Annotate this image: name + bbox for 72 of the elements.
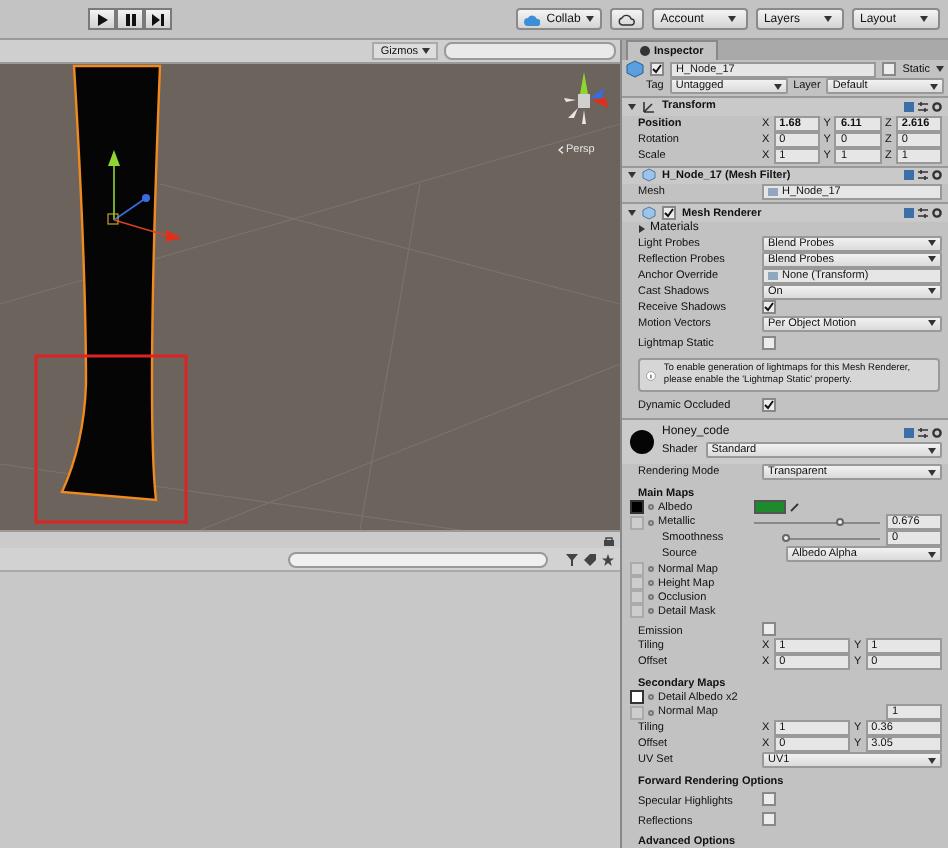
caret-icon <box>823 16 832 22</box>
search-field[interactable] <box>444 42 616 60</box>
caret-icon <box>928 240 936 247</box>
slider-thumb[interactable] <box>782 533 790 542</box>
pause-icon <box>125 13 135 25</box>
texture-slot[interactable] <box>630 500 644 515</box>
caret-icon <box>773 83 782 89</box>
checkbox[interactable] <box>762 622 776 637</box>
checkbox[interactable] <box>762 335 776 350</box>
cloud-icon <box>618 13 637 25</box>
caret-icon <box>928 288 936 295</box>
filter-icon[interactable] <box>566 553 578 565</box>
help-book-icon[interactable] <box>904 208 914 219</box>
object-icon <box>768 188 778 197</box>
object-picker-icon[interactable] <box>648 694 654 701</box>
transform-gizmo-drawing[interactable] <box>107 150 182 242</box>
object-picker-icon[interactable] <box>648 709 654 716</box>
caret-icon <box>930 83 939 89</box>
step-button[interactable] <box>144 8 172 30</box>
chevron-icon <box>558 146 564 154</box>
play-button[interactable] <box>88 8 116 30</box>
mesh-icon <box>642 206 656 221</box>
caret-icon <box>422 48 430 54</box>
help-book-icon[interactable] <box>904 427 914 438</box>
caret-icon <box>920 16 928 22</box>
checkbox[interactable] <box>650 62 664 76</box>
checkbox[interactable] <box>762 812 776 827</box>
label-icon[interactable] <box>584 553 596 565</box>
star-icon[interactable] <box>602 553 614 565</box>
caret-icon <box>928 256 936 263</box>
preset-icon[interactable] <box>918 208 928 219</box>
settings-icon[interactable] <box>932 208 942 219</box>
caret-icon <box>928 551 936 558</box>
mesh-icon <box>642 168 656 183</box>
checkbox[interactable] <box>882 62 897 76</box>
settings-icon[interactable] <box>932 427 942 438</box>
caret-icon <box>936 66 944 72</box>
caret-icon <box>928 757 936 764</box>
cloud-button[interactable] <box>610 8 645 30</box>
mesh-object[interactable] <box>60 64 162 502</box>
settings-icon[interactable] <box>932 101 942 112</box>
axes-icon <box>642 99 656 114</box>
object-picker-icon[interactable] <box>648 519 654 526</box>
info-icon <box>646 367 656 384</box>
preset-icon[interactable] <box>918 427 928 438</box>
checkbox[interactable] <box>762 792 776 807</box>
caret-icon <box>928 469 936 476</box>
object-icon <box>768 271 778 280</box>
cloud-icon <box>524 13 541 25</box>
settings-icon[interactable] <box>932 170 942 181</box>
eyedropper-icon[interactable] <box>790 502 800 513</box>
color-swatch[interactable] <box>754 500 786 515</box>
info-icon <box>640 46 650 56</box>
caret-icon <box>928 320 936 327</box>
step-icon <box>152 13 164 25</box>
search-field[interactable] <box>288 551 548 567</box>
slider-thumb[interactable] <box>835 517 844 526</box>
play-icon <box>97 13 107 25</box>
caret-icon <box>727 16 736 22</box>
pause-button[interactable] <box>116 8 144 30</box>
orientation-gizmo-drawing[interactable] <box>564 72 608 124</box>
preset-icon[interactable] <box>918 101 928 112</box>
checkbox[interactable] <box>662 206 676 221</box>
checkbox[interactable] <box>762 398 776 413</box>
help-book-icon[interactable] <box>904 101 914 112</box>
object-picker-icon[interactable] <box>648 504 654 511</box>
caret-icon <box>586 16 595 22</box>
preset-icon[interactable] <box>918 170 928 181</box>
caret-icon <box>928 447 936 454</box>
texture-slot[interactable] <box>630 690 644 705</box>
help-book-icon[interactable] <box>904 170 914 181</box>
lock-icon[interactable] <box>604 535 614 545</box>
